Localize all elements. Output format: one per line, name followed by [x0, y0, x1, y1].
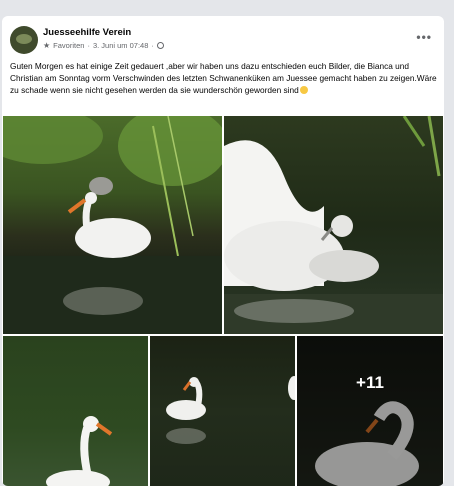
page-name-link[interactable]: Juesseehilfe Verein	[43, 27, 131, 38]
star-icon: ★	[43, 41, 51, 50]
post-card: Juesseehilfe Verein ★ Favoriten · 3. Jun…	[2, 16, 444, 486]
post-header: Juesseehilfe Verein ★ Favoriten · 3. Jun…	[2, 16, 444, 56]
photo-3[interactable]	[3, 336, 148, 486]
photo-2[interactable]	[224, 116, 443, 334]
more-options-icon[interactable]: •••	[416, 30, 432, 44]
globe-icon	[156, 42, 164, 49]
photo-grid: +11	[2, 116, 444, 486]
meta-separator-2: ·	[151, 41, 154, 50]
post-text: Guten Morgen es hat einige Zeit gedauert…	[10, 60, 440, 96]
post-date-link[interactable]: 3. Juni um 07:48	[93, 41, 148, 50]
favorites-label: Favoriten	[53, 41, 85, 50]
meta-separator: ·	[87, 41, 90, 50]
more-photos-count[interactable]: +11	[297, 336, 443, 458]
photo-4[interactable]	[150, 336, 295, 486]
photo-1[interactable]	[3, 116, 222, 334]
page-avatar[interactable]	[10, 26, 38, 54]
photo-5-more[interactable]: +11	[297, 336, 443, 486]
laughing-emoji-icon	[299, 86, 308, 94]
post-text-body: Guten Morgen es hat einige Zeit gedauert…	[10, 61, 437, 95]
post-meta: ★ Favoriten · 3. Juni um 07:48 ·	[43, 41, 164, 50]
